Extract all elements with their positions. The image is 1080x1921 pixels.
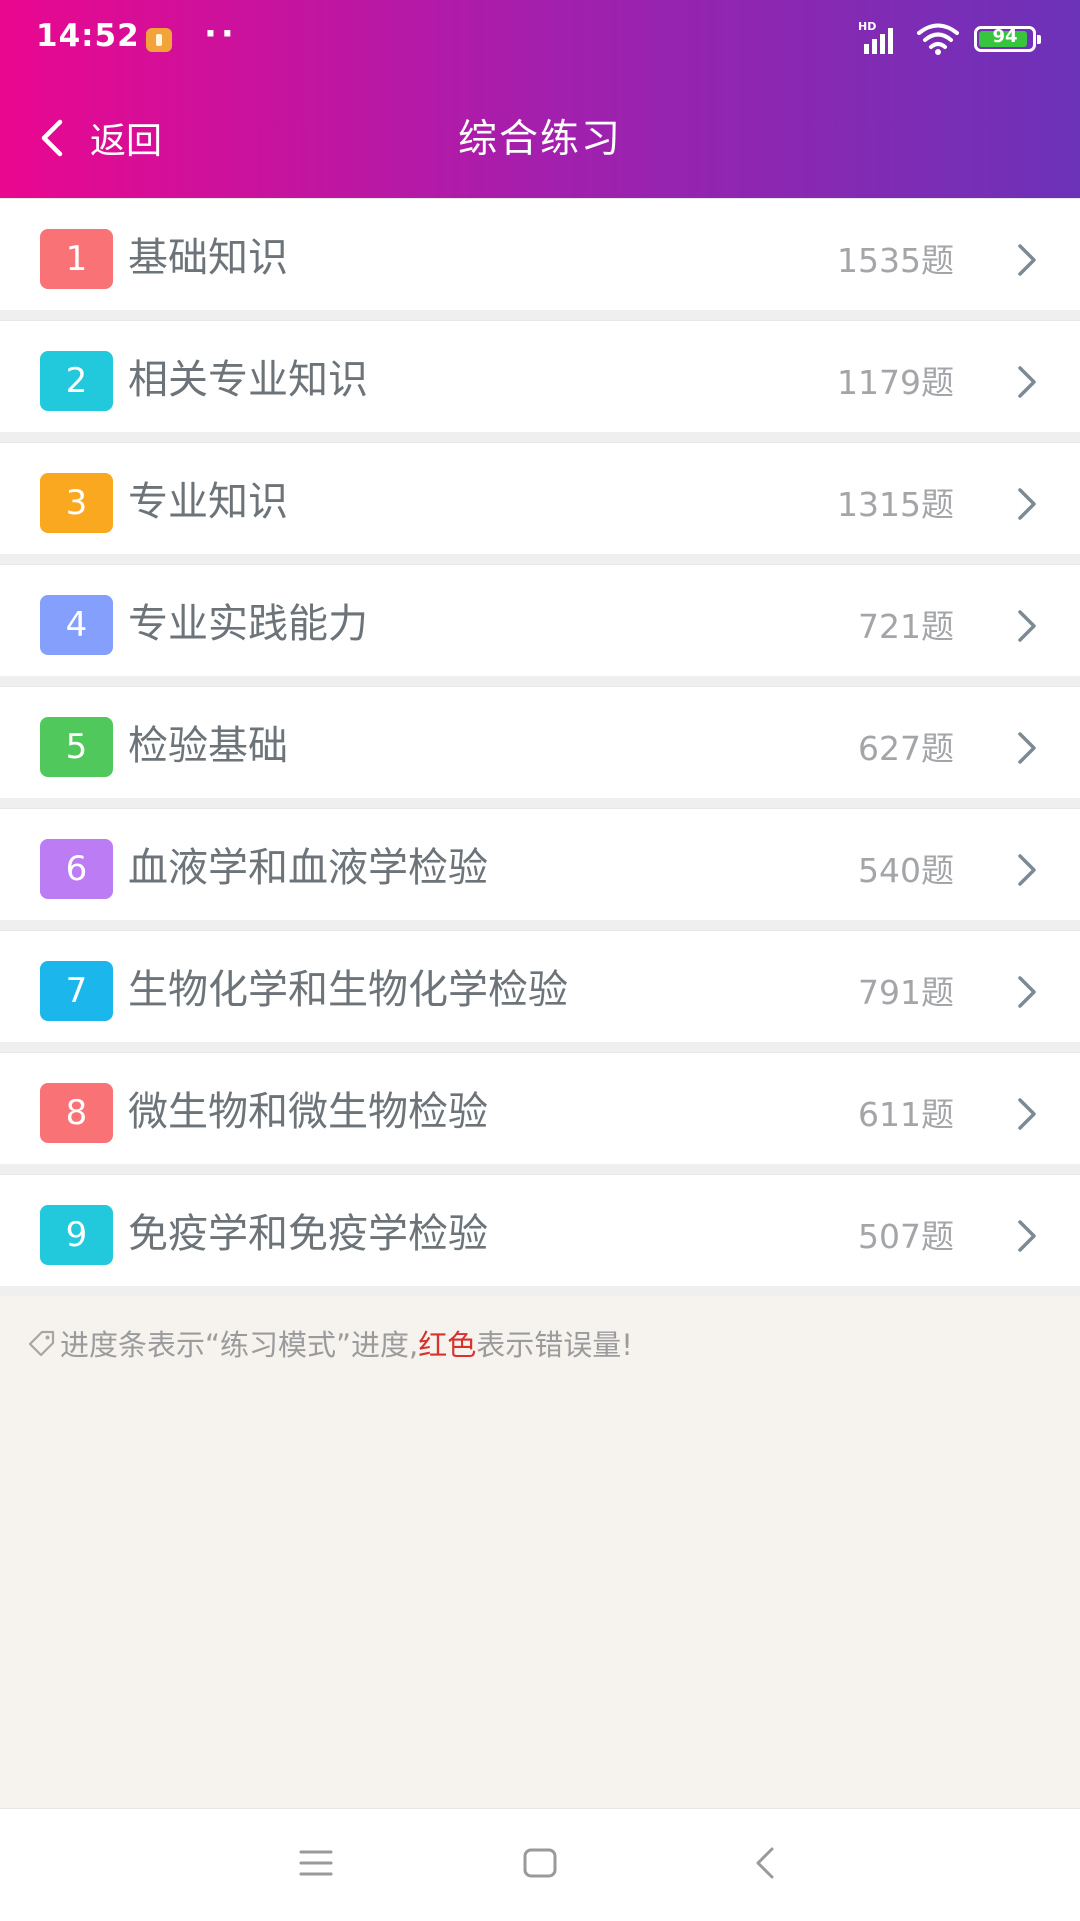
home-square-icon[interactable]: [516, 1839, 564, 1887]
item-label: 基础知识: [128, 235, 288, 281]
item-question-count: 1315题: [837, 485, 954, 524]
list-item[interactable]: 6 血液学和血液学检验 540题: [0, 808, 1080, 930]
chevron-right-icon: [1018, 610, 1036, 642]
item-label: 微生物和微生物检验: [128, 1089, 488, 1135]
item-question-count: 540题: [858, 851, 954, 890]
list-item[interactable]: 9 免疫学和免疫学检验 507题: [0, 1174, 1080, 1296]
app-header: 14:52 ·· HD 94 返回 综合练习: [0, 0, 1080, 198]
chevron-right-icon: [1018, 732, 1036, 764]
tag-icon: [28, 1330, 55, 1357]
item-question-count: 1179题: [837, 363, 954, 402]
battery-level: 94: [992, 26, 1018, 47]
chevron-right-icon: [1018, 244, 1036, 276]
item-label: 检验基础: [128, 723, 288, 769]
item-number-badge: 1: [40, 229, 113, 289]
item-label: 血液学和血液学检验: [128, 845, 488, 891]
status-time: 14:52: [36, 18, 140, 54]
list-item[interactable]: 3 专业知识 1315题: [0, 442, 1080, 564]
item-question-count: 721题: [858, 607, 954, 646]
item-number-badge: 5: [40, 717, 113, 777]
item-label: 专业知识: [128, 479, 288, 525]
page-title: 综合练习: [457, 117, 622, 162]
system-nav-bar: [0, 1808, 1080, 1921]
list-item[interactable]: 1 基础知识 1535题: [0, 198, 1080, 320]
more-notifications-icon: ··: [204, 14, 238, 54]
item-label: 生物化学和生物化学检验: [128, 967, 568, 1013]
item-question-count: 1535题: [837, 241, 954, 280]
chevron-right-icon: [1018, 976, 1036, 1008]
item-label: 免疫学和免疫学检验: [128, 1211, 488, 1257]
cellular-signal-icon: HD: [858, 20, 902, 54]
status-bar: 14:52 ·· HD 94: [0, 0, 1080, 80]
back-triangle-icon[interactable]: [742, 1839, 790, 1887]
item-number-badge: 7: [40, 961, 113, 1021]
list-item[interactable]: 8 微生物和微生物检验 611题: [0, 1052, 1080, 1174]
item-question-count: 507题: [858, 1217, 954, 1256]
chevron-right-icon: [1018, 366, 1036, 398]
chevron-right-icon: [1018, 1220, 1036, 1252]
list-item[interactable]: 7 生物化学和生物化学检验 791题: [0, 930, 1080, 1052]
hint-text-suffix: 表示错误量!: [476, 1328, 633, 1362]
item-question-count: 791题: [858, 973, 954, 1012]
list-item[interactable]: 5 检验基础 627题: [0, 686, 1080, 808]
item-number-badge: 4: [40, 595, 113, 655]
chevron-right-icon: [1018, 1098, 1036, 1130]
chevron-right-icon: [1018, 854, 1036, 886]
list-item[interactable]: 2 相关专业知识 1179题: [0, 320, 1080, 442]
item-number-badge: 9: [40, 1205, 113, 1265]
notification-app-icon: [146, 28, 172, 52]
hint-text-highlight: 红色: [418, 1328, 477, 1362]
chevron-right-icon: [1018, 488, 1036, 520]
item-label: 相关专业知识: [128, 357, 368, 403]
battery-icon: 94: [974, 26, 1041, 52]
item-number-badge: 2: [40, 351, 113, 411]
item-number-badge: 3: [40, 473, 113, 533]
item-question-count: 611题: [858, 1095, 954, 1134]
category-list: 1 基础知识 1535题 2 相关专业知识 1179题 3 专业知识 1315题…: [0, 198, 1080, 1296]
item-number-badge: 8: [40, 1083, 113, 1143]
item-number-badge: 6: [40, 839, 113, 899]
item-question-count: 627题: [858, 729, 954, 768]
menu-icon[interactable]: [292, 1839, 340, 1887]
progress-hint: 进度条表示“练习模式”进度, 红色 表示错误量!: [28, 1322, 633, 1364]
hint-text-prefix: 进度条表示“练习模式”进度,: [60, 1328, 419, 1362]
item-label: 专业实践能力: [128, 601, 368, 647]
wifi-icon: [917, 23, 959, 55]
list-item[interactable]: 4 专业实践能力 721题: [0, 564, 1080, 686]
